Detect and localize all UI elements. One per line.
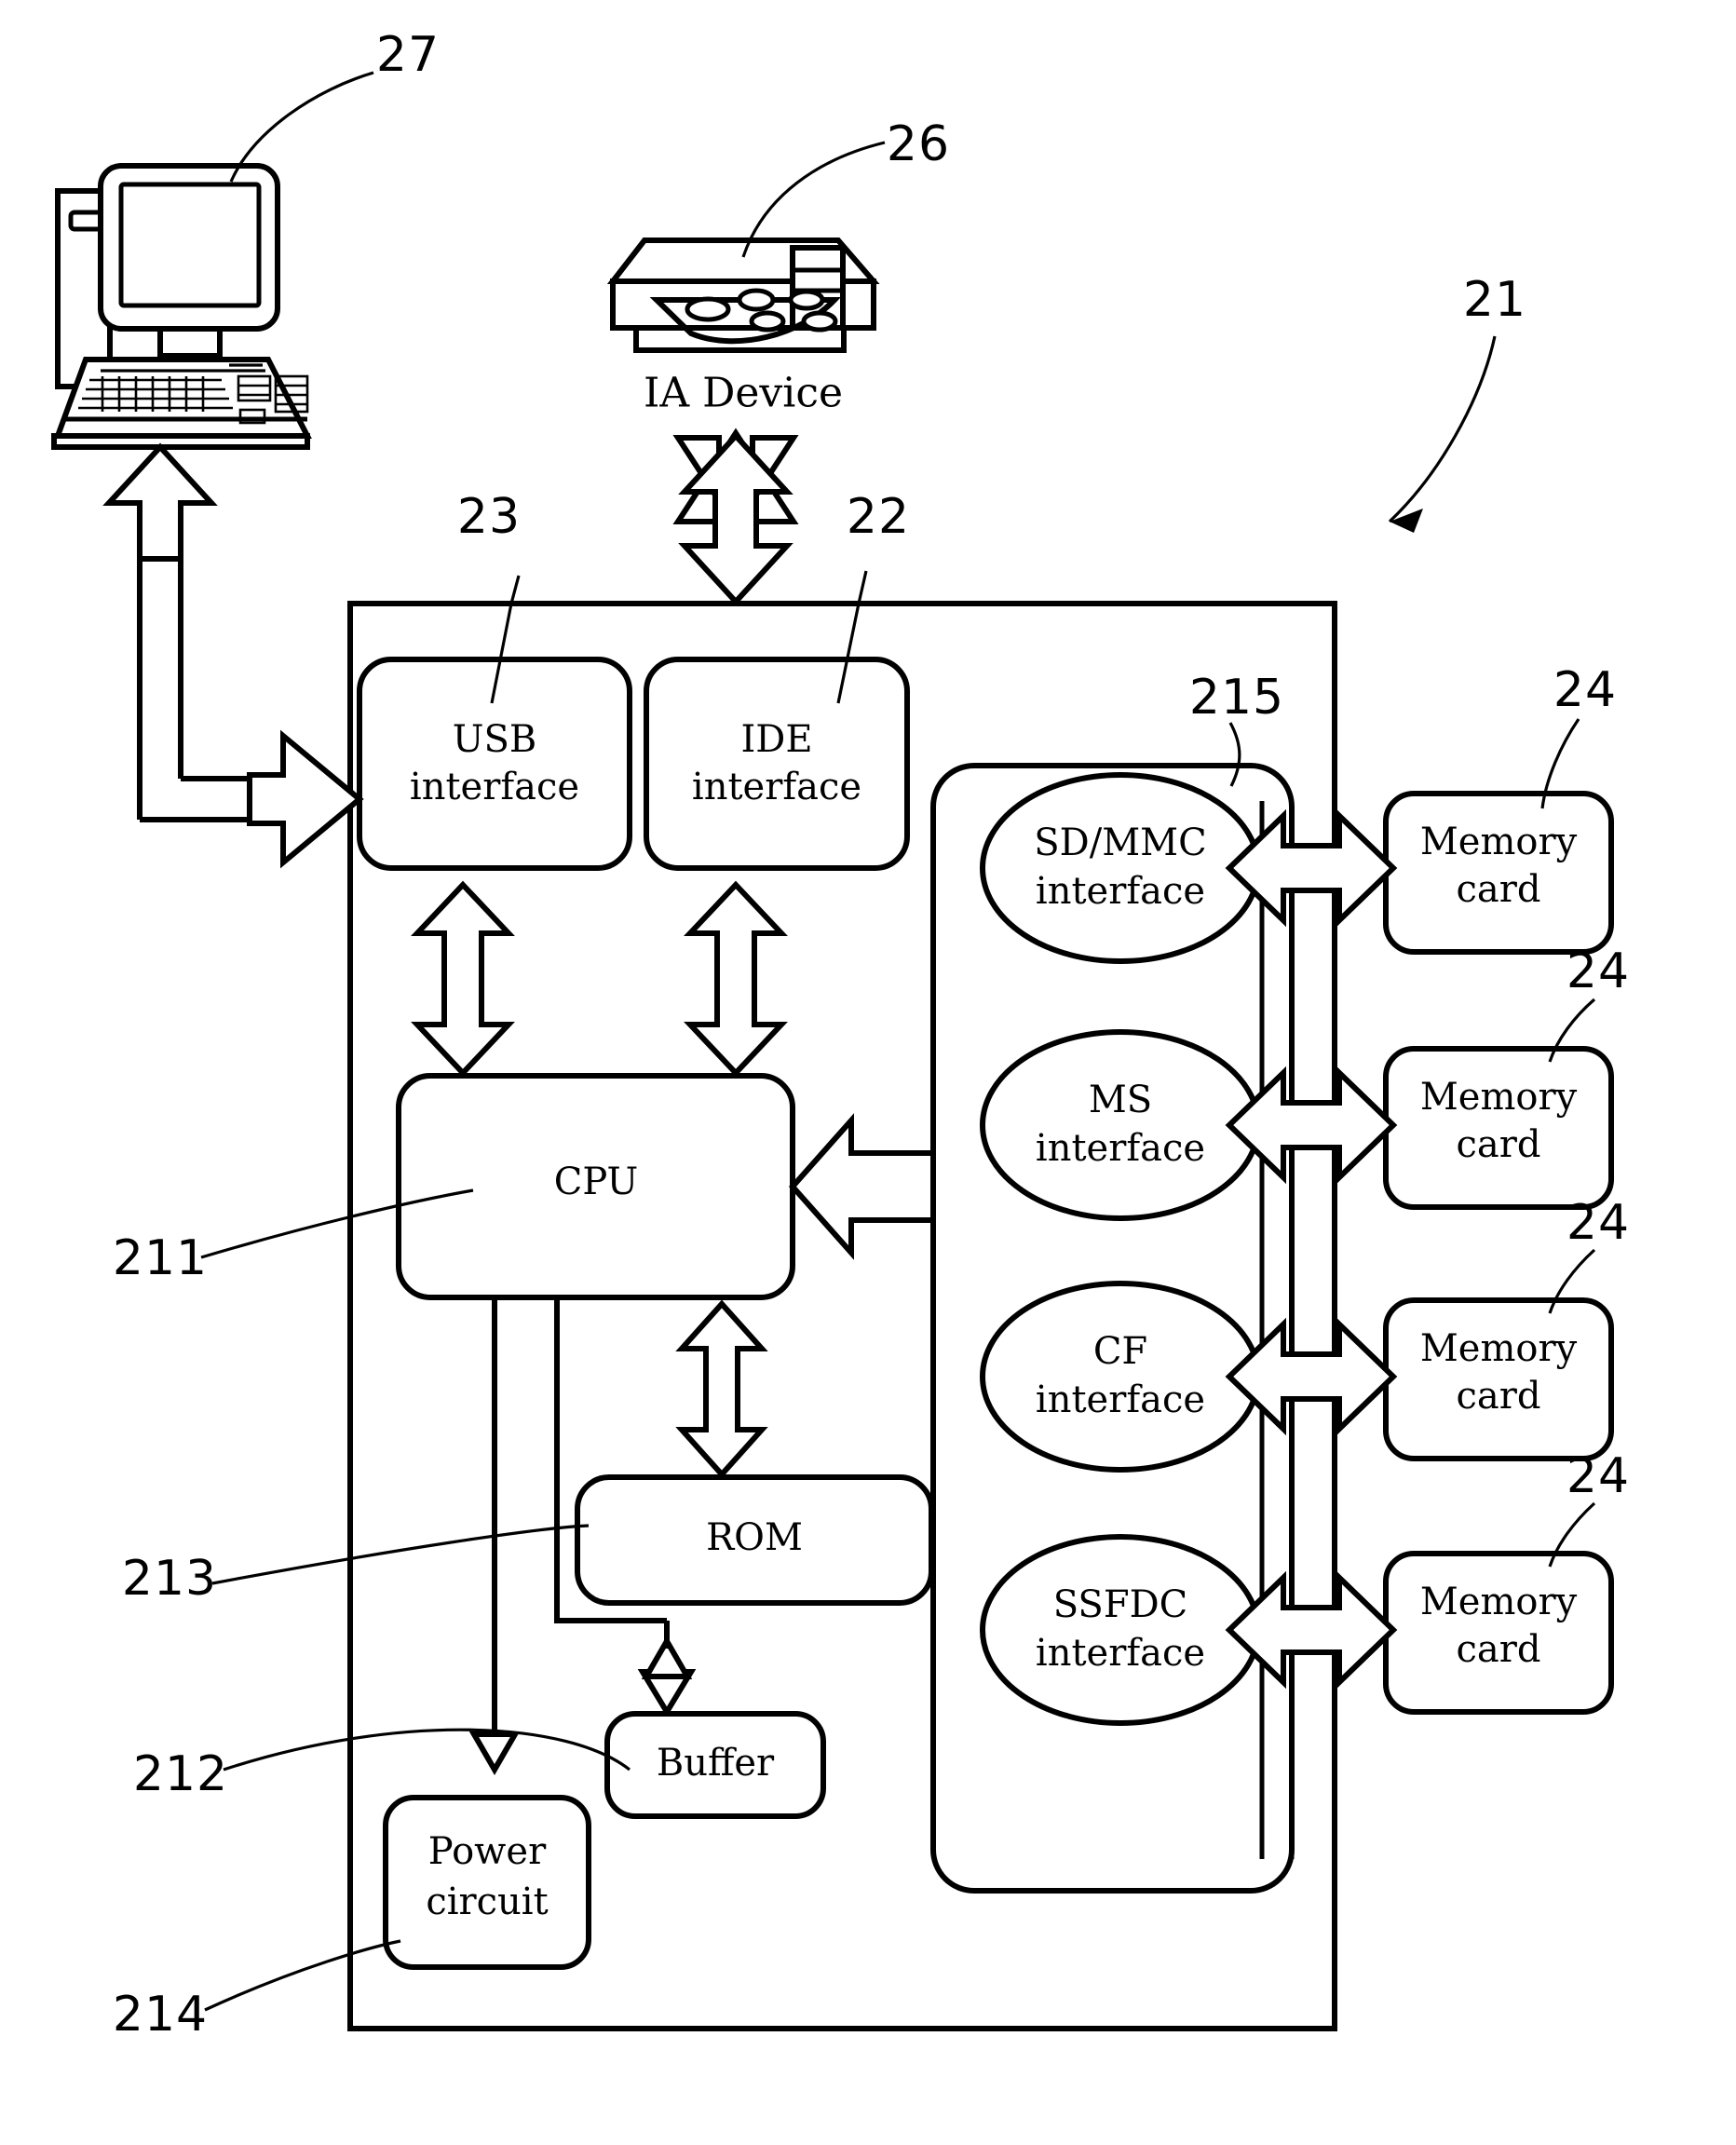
cf-interface-label-line2: interface: [1036, 1378, 1205, 1421]
ide-interface-block[interactable]: [644, 657, 910, 871]
cf-interface-label-line1: CF: [1093, 1330, 1147, 1373]
memory-card-4-label-line2: card: [1457, 1628, 1541, 1671]
cf-interface-block[interactable]: [980, 1281, 1261, 1473]
memory-card-2-label-line2: card: [1457, 1123, 1541, 1166]
ref-numeral-22: 22: [847, 489, 910, 545]
sdmmc-interface-label-line1: SD/MMC: [1034, 821, 1206, 864]
sdmmc-interface-label-line2: interface: [1036, 870, 1205, 913]
ref-numeral-27: 27: [376, 27, 440, 83]
patent-figure: 27 IA Device 26 21 USB interface 23 IDE …: [0, 0, 1736, 2145]
ref-numeral-214: 214: [113, 1987, 208, 2043]
ms-interface-label-line2: interface: [1036, 1127, 1205, 1170]
ref-numeral-24-1: 24: [1553, 662, 1617, 718]
buffer-label: Buffer: [657, 1742, 775, 1785]
memory-card-3-label-line1: Memory: [1420, 1327, 1578, 1370]
ref-numeral-24-2: 24: [1566, 944, 1630, 999]
power-circuit-label-line2: circuit: [426, 1880, 548, 1923]
rom-label: ROM: [706, 1516, 803, 1559]
ref-numeral-23: 23: [457, 489, 521, 545]
computer-usb-connection: [102, 442, 364, 869]
sdmmc-interface-block[interactable]: [980, 772, 1261, 964]
memory-card-1-label-line2: card: [1457, 868, 1541, 911]
ref-numeral-212: 212: [133, 1746, 228, 1802]
desktop-computer-icon: [51, 163, 312, 450]
ms-interface-label-line1: MS: [1089, 1079, 1152, 1121]
memory-card-2-label-line1: Memory: [1420, 1076, 1578, 1119]
ref-numeral-213: 213: [122, 1551, 217, 1607]
ref-numeral-215: 215: [1189, 670, 1284, 726]
ref-numeral-26: 26: [887, 116, 950, 172]
usb-interface-label-line1: USB: [453, 718, 537, 761]
ref-numeral-211: 211: [113, 1230, 208, 1286]
memory-card-1-label-line1: Memory: [1420, 821, 1578, 863]
memory-card-4-label-line1: Memory: [1420, 1581, 1578, 1623]
leader-arrow-21: [1388, 335, 1497, 533]
ssfdc-interface-block[interactable]: [980, 1534, 1261, 1726]
usb-interface-label-line2: interface: [410, 766, 579, 808]
power-circuit-label-line1: Power: [428, 1830, 547, 1873]
ia-device-label: IA Device: [644, 370, 843, 417]
ms-interface-block[interactable]: [980, 1029, 1261, 1221]
ssfdc-interface-label-line2: interface: [1036, 1632, 1205, 1675]
ide-interface-label-line1: IDE: [740, 718, 812, 761]
memory-card-3-label-line2: card: [1457, 1375, 1541, 1418]
cpu-label: CPU: [554, 1161, 639, 1203]
ide-interface-label-line2: interface: [692, 766, 861, 808]
ref-numeral-21: 21: [1463, 272, 1526, 328]
figure-canvas: 27 IA Device 26 21 USB interface 23 IDE …: [51, 27, 1630, 2043]
ssfdc-interface-label-line1: SSFDC: [1053, 1583, 1188, 1626]
ref-numeral-24-3: 24: [1566, 1195, 1630, 1251]
ref-numeral-24-4: 24: [1566, 1448, 1630, 1504]
